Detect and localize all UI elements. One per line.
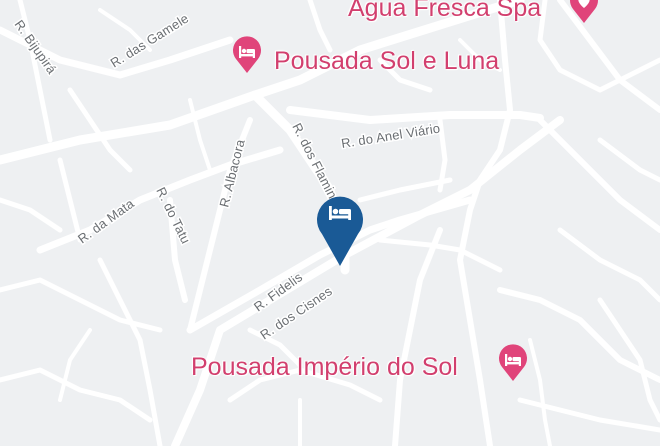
poi-label-pousada-imperio[interactable]: Pousada Império do Sol	[191, 353, 458, 382]
road	[557, 227, 660, 303]
hotel-bed-icon[interactable]	[231, 36, 263, 74]
hotel-bed-icon[interactable]	[497, 344, 529, 382]
road	[517, 397, 660, 433]
road	[537, 0, 660, 93]
road	[597, 137, 660, 183]
poi-label-agua-fresca[interactable]: Água Fresca Spa	[348, 0, 541, 23]
road	[0, 277, 163, 333]
road	[597, 297, 660, 423]
road	[528, 338, 552, 446]
map-canvas[interactable]: R. Bijupirá R. das Gamele R. do Anel Viá…	[0, 0, 660, 446]
heart-pin-icon[interactable]	[568, 0, 600, 24]
poi-label-pousada-sol-luna[interactable]: Pousada Sol e Luna	[274, 47, 499, 76]
selected-hotel-marker[interactable]	[314, 196, 366, 268]
road	[537, 117, 660, 233]
road	[377, 237, 503, 273]
road	[437, 117, 448, 193]
road	[357, 177, 453, 203]
street-label-gameleiras: R. das Gamele	[108, 10, 192, 70]
street-label-albacora: R. Albacora	[216, 137, 247, 209]
road	[0, 367, 153, 423]
road	[307, 0, 333, 53]
road	[286, 106, 544, 124]
street-label-anel-viario: R. do Anel Viário	[340, 121, 441, 151]
road	[392, 227, 443, 446]
road	[57, 157, 83, 243]
street-label-da-mata: R. da Mata	[75, 195, 137, 246]
road	[0, 197, 63, 233]
